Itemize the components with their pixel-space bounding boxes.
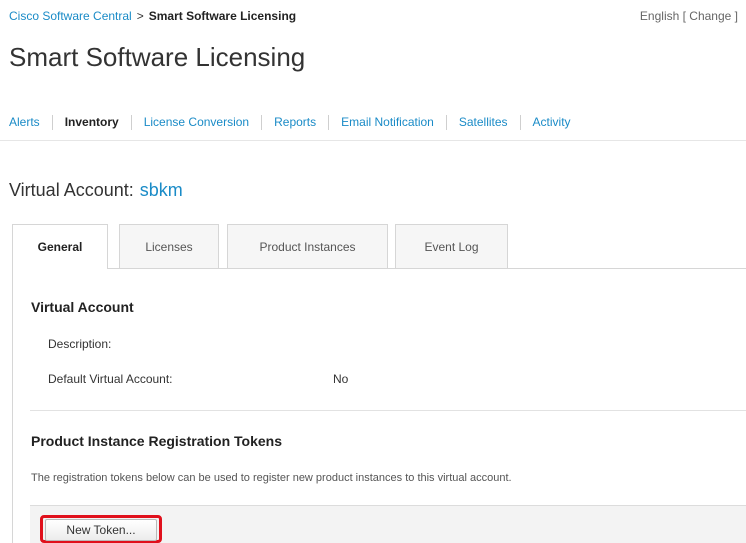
smart-licensing-page: Cisco Software Central > Smart Software Li…: [0, 0, 746, 543]
default-virtual-account-value: No: [333, 372, 349, 386]
nav-item-email-notification[interactable]: Email Notification: [328, 115, 446, 130]
virtual-account-section-title: Virtual Account: [31, 299, 134, 315]
tab-event-log[interactable]: Event Log: [395, 224, 508, 268]
description-label: Description:: [48, 337, 112, 351]
nav-item-satellites[interactable]: Satellites: [445, 115, 520, 130]
virtual-account-name-link[interactable]: sbkm: [140, 180, 183, 200]
breadcrumb-separator: >: [136, 9, 144, 23]
tab-licenses[interactable]: Licenses: [119, 224, 219, 268]
section-divider: [30, 410, 746, 411]
language-current: English: [639, 9, 680, 23]
virtual-account-heading: Virtual Account: sbkm: [9, 180, 183, 201]
nav-item-activity[interactable]: Activity: [519, 115, 583, 130]
new-token-button[interactable]: New Token...: [45, 519, 157, 541]
tokens-section-title: Product Instance Registration Tokens: [31, 433, 283, 449]
tab-product-instances[interactable]: Product Instances: [227, 224, 388, 268]
main-nav: Alerts Inventory License Conversion Repo…: [0, 104, 746, 141]
nav-item-license-conversion[interactable]: License Conversion: [130, 115, 261, 130]
language-selector: English [ Change ]: [640, 9, 738, 23]
tokens-description: The registration tokens below can be use…: [31, 472, 512, 484]
nav-item-alerts[interactable]: Alerts: [0, 115, 52, 130]
default-virtual-account-label: Default Virtual Account:: [48, 372, 173, 386]
virtual-account-heading-label: Virtual Account:: [9, 180, 134, 200]
breadcrumb: Cisco Software Central > Smart Software Li…: [9, 9, 296, 23]
nav-item-inventory[interactable]: Inventory: [51, 115, 131, 130]
breadcrumb-cisco-software-central[interactable]: Cisco Software Central: [9, 9, 132, 23]
breadcrumb-current: Smart Software Licensing: [148, 9, 297, 23]
nav-item-reports[interactable]: Reports: [261, 115, 328, 130]
account-tabs: General Licenses Product Instances Event…: [12, 224, 746, 269]
top-bar: Cisco Software Central > Smart Software Li…: [0, 0, 746, 30]
tab-general[interactable]: General: [12, 224, 108, 269]
page-title: Smart Software Licensing: [9, 42, 306, 72]
language-change-link[interactable]: [ Change ]: [683, 9, 738, 23]
